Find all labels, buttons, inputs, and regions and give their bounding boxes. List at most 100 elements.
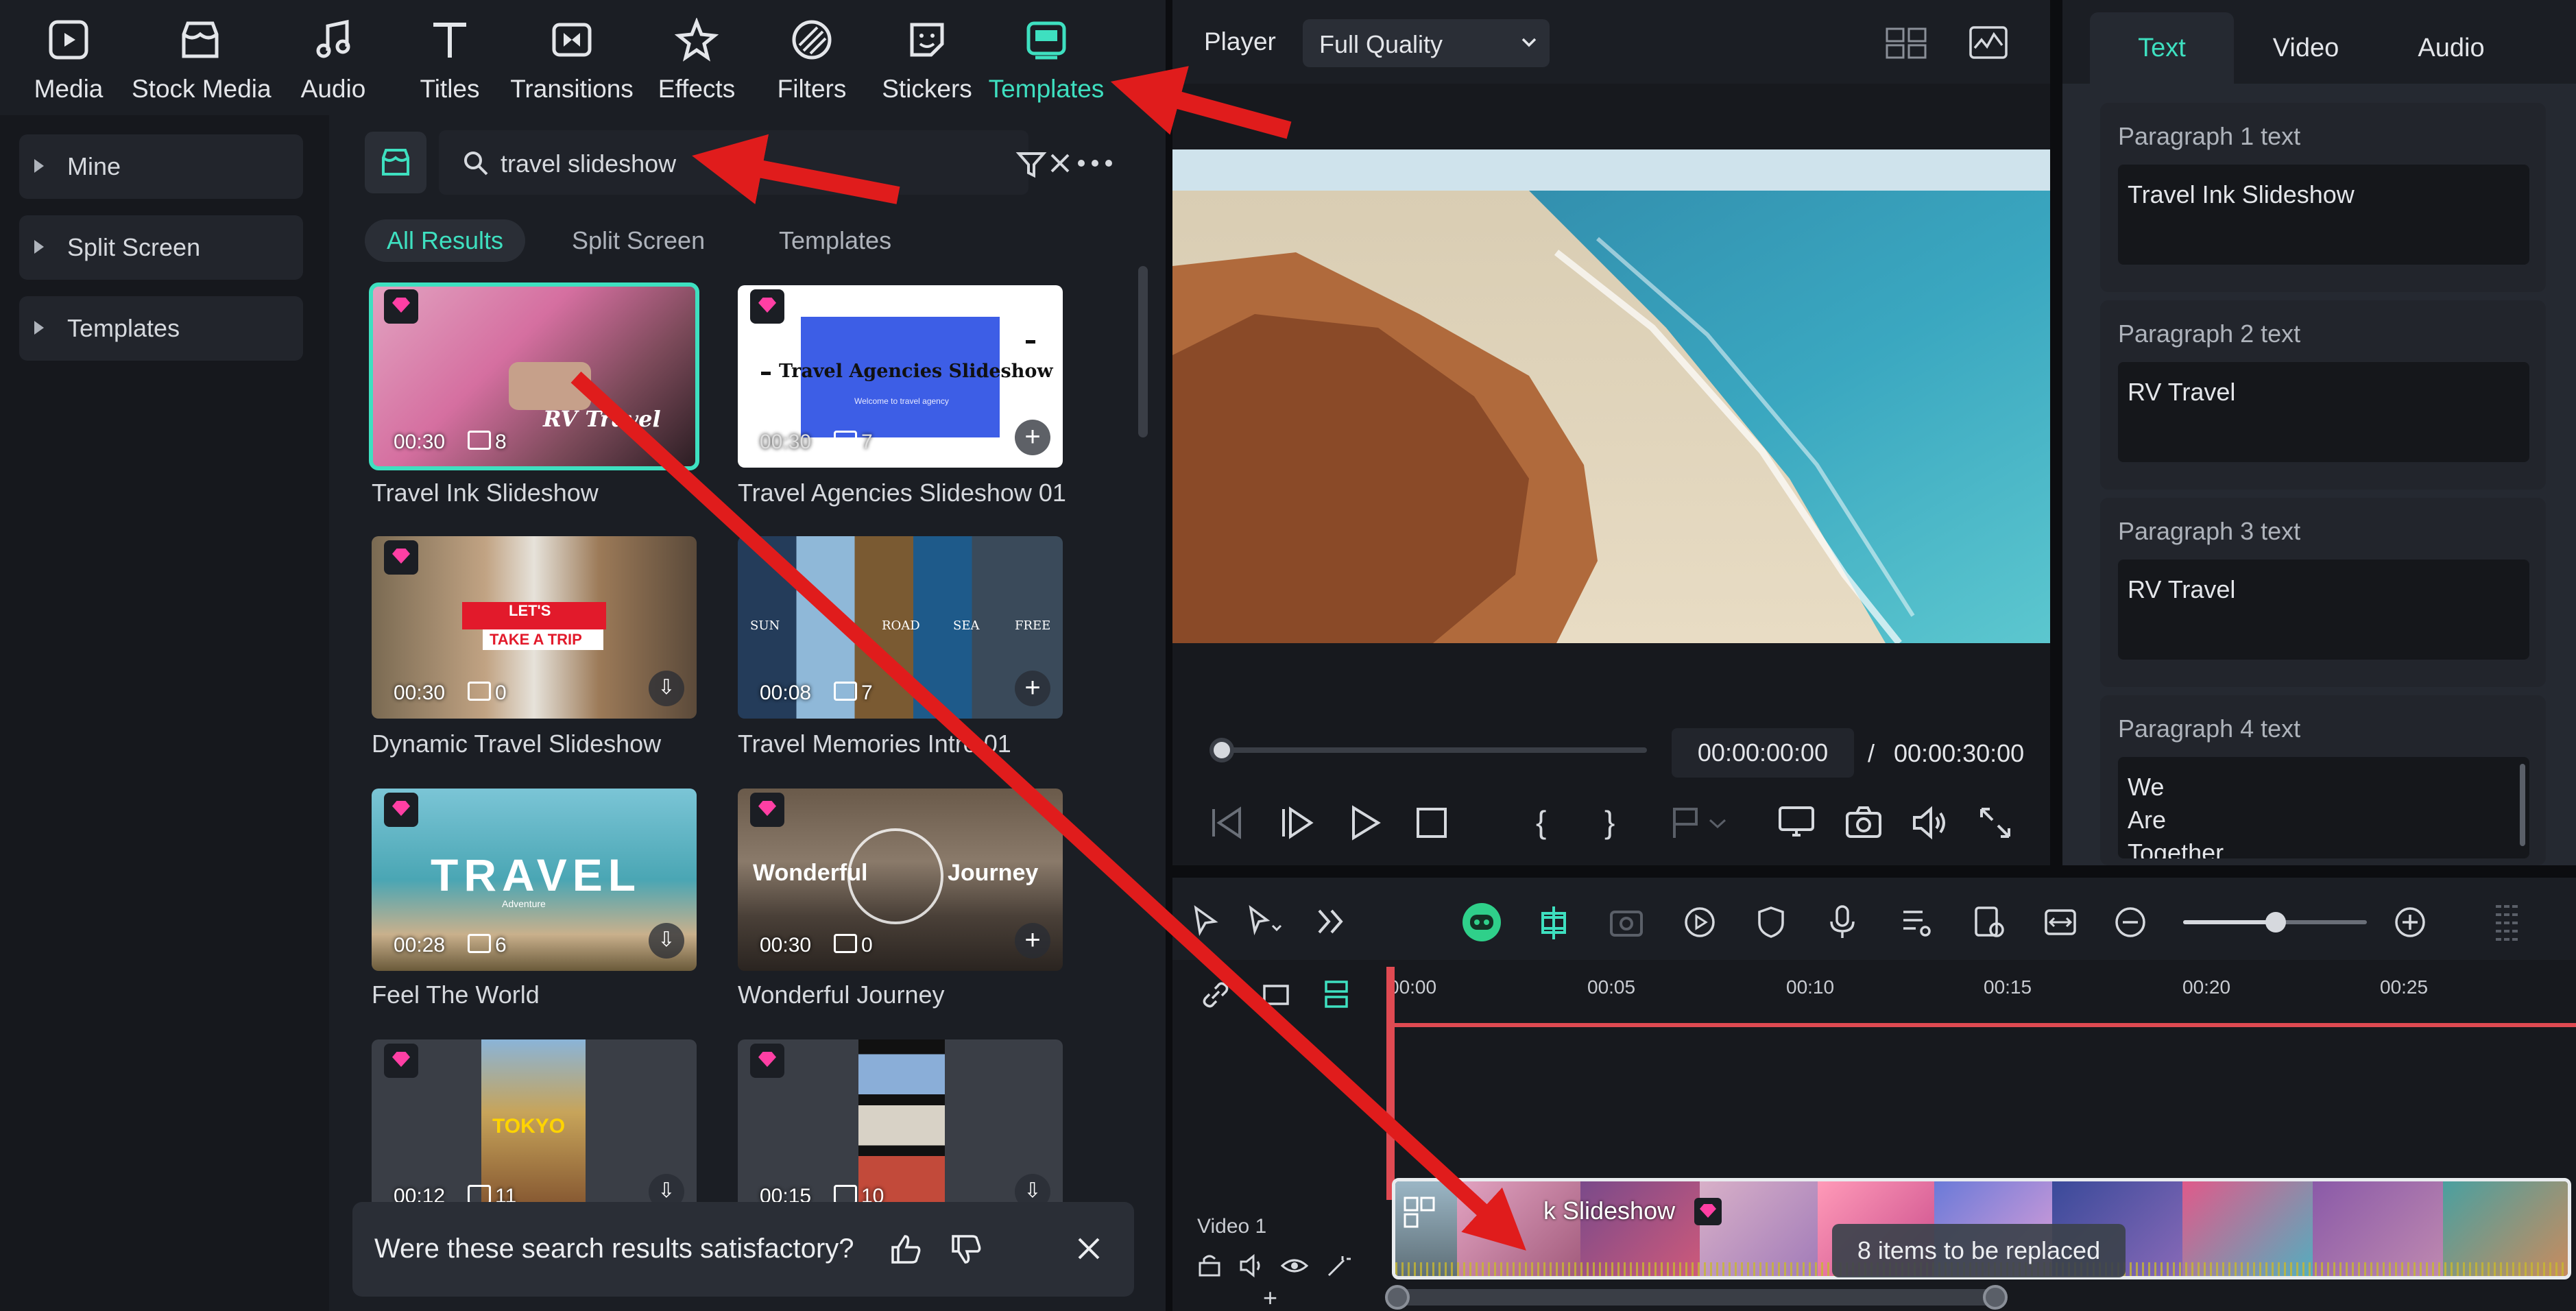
eye-visibility-icon[interactable] (1281, 1253, 1308, 1278)
preview-render-icon[interactable] (1972, 905, 2006, 939)
panel-divider[interactable] (1172, 865, 2576, 878)
more-options-icon[interactable] (1076, 155, 1114, 171)
link-icon[interactable] (1200, 979, 1231, 1011)
paragraph-4-input[interactable]: We Are Together (2118, 757, 2529, 858)
lock-track-icon[interactable] (1196, 1253, 1223, 1278)
timeline-ruler[interactable]: 00:00 00:05 00:10 00:15 00:20 00:25 (1388, 967, 2576, 1031)
current-timecode[interactable]: 00:00:00:00 (1672, 728, 1854, 778)
download-icon[interactable]: ⇩ (649, 923, 684, 959)
add-track-plus-icon[interactable]: + (1263, 1284, 1277, 1311)
sidebar-item-split-screen[interactable]: Split Screen (19, 215, 303, 280)
mark-out-icon[interactable]: } (1604, 804, 1615, 841)
filter-icon[interactable] (1015, 148, 1048, 181)
microphone-icon[interactable] (1827, 904, 1858, 941)
add-track-icon[interactable] (1260, 979, 1292, 1011)
toolbar-titles[interactable]: Titles (381, 12, 518, 108)
playback-progress-track[interactable] (1222, 747, 1647, 753)
waveform-monitor-icon[interactable] (1969, 26, 2008, 59)
add-icon[interactable]: + (1015, 923, 1050, 959)
tab-video[interactable]: Video (2234, 12, 2378, 84)
template-card-tokyo[interactable]: TOKYO 00:12 11 ⇩ (372, 1039, 697, 1222)
audio-mix-icon[interactable] (1899, 905, 1934, 939)
toolbar-media[interactable]: Media (0, 12, 137, 108)
marker-icon[interactable] (1666, 802, 1707, 843)
toolbar-stickers[interactable]: Stickers (858, 12, 996, 108)
track-audio-icon[interactable] (1238, 1253, 1266, 1278)
template-card-feel-the-world[interactable]: TRAVEL Adventure 00:28 6 ⇩ (372, 789, 697, 971)
toolbar-transitions[interactable]: Transitions (503, 12, 640, 108)
filter-tab-split-screen[interactable]: Split Screen (550, 219, 727, 262)
zoom-slider-handle[interactable] (2265, 912, 2286, 933)
in-out-range-bar (1388, 1023, 2576, 1027)
clear-search-icon[interactable] (1049, 152, 1071, 174)
playback-scrubber[interactable] (1209, 738, 1234, 762)
search-field[interactable]: travel slideshow (439, 130, 1070, 195)
tab-audio[interactable]: Audio (2379, 12, 2523, 84)
add-icon[interactable]: + (1015, 671, 1050, 706)
premium-gem-icon (750, 1044, 784, 1078)
card-media-count: 6 (468, 934, 507, 957)
timeline-scrollbar[interactable] (1392, 1289, 1995, 1306)
card-overlay-text: Travel Agencies Slideshow (779, 361, 1053, 382)
ai-replace-icon[interactable] (1609, 905, 1650, 939)
scrollbar-left-handle[interactable] (1385, 1285, 1410, 1310)
next-frame-icon[interactable] (1275, 802, 1316, 843)
close-icon[interactable] (1076, 1236, 1101, 1261)
template-card-japan-vlog[interactable]: 00:15 10 ⇩ (738, 1039, 1063, 1222)
media-icon (49, 20, 88, 60)
paragraph-3-input[interactable]: RV Travel (2118, 560, 2529, 660)
display-output-icon[interactable] (1776, 802, 1817, 843)
results-scrollbar[interactable] (1138, 266, 1148, 437)
paragraph-4-scrollbar[interactable] (2520, 764, 2525, 846)
select-tool-icon[interactable] (1190, 905, 1222, 937)
panel-divider[interactable] (2050, 0, 2062, 865)
paragraph-1-input[interactable]: Travel Ink Slideshow (2118, 165, 2529, 265)
fullscreen-icon[interactable] (1975, 802, 2016, 843)
layout-grid-icon[interactable] (1886, 27, 1928, 59)
zoom-in-icon[interactable] (2394, 906, 2426, 938)
expand-toolbar-icon[interactable] (1316, 908, 1347, 935)
template-card-wonderful-journey[interactable]: Wonderful Journey 00:30 0 + (738, 789, 1063, 971)
template-card-dynamic-travel[interactable]: LET'S TAKE A TRIP 00:30 0 ⇩ (372, 536, 697, 719)
play-icon[interactable] (1344, 802, 1385, 843)
fit-timeline-icon[interactable] (2043, 905, 2078, 939)
filter-tab-templates[interactable]: Templates (757, 219, 913, 262)
stop-icon[interactable] (1411, 802, 1452, 843)
template-card-travel-ink[interactable]: RV Travel 00:30 8 (369, 282, 699, 470)
volume-icon[interactable] (1909, 802, 1950, 843)
panel-divider[interactable] (1166, 0, 1172, 1311)
zoom-out-icon[interactable] (2115, 906, 2146, 938)
pointer-dropdown-icon[interactable] (1247, 905, 1284, 937)
tab-text[interactable]: Text (2090, 12, 2234, 84)
filter-tab-all-results[interactable]: All Results (365, 219, 526, 262)
scrollbar-right-handle[interactable] (1983, 1285, 2008, 1310)
search-input[interactable]: travel slideshow (501, 149, 676, 178)
sidebar-item-mine[interactable]: Mine (19, 134, 303, 199)
thumbs-down-icon[interactable] (949, 1232, 983, 1266)
track-manager-icon[interactable] (1319, 978, 1353, 1012)
magnetic-snap-icon[interactable] (1534, 904, 1573, 942)
download-icon[interactable]: ⇩ (649, 671, 684, 706)
panel-layout-icon[interactable] (2493, 902, 2523, 943)
add-icon[interactable]: + (1015, 420, 1050, 455)
toolbar-templates[interactable]: Templates (978, 12, 1115, 108)
template-card-travel-memories[interactable]: SUN ROAD SEA FREE 00:08 7 + (738, 536, 1063, 719)
paragraph-2-input[interactable]: RV Travel (2118, 362, 2529, 462)
mark-in-icon[interactable]: { (1536, 804, 1546, 841)
dash-right (1026, 340, 1035, 344)
sidebar-item-templates[interactable]: Templates (19, 296, 303, 361)
snapshot-camera-icon[interactable] (1843, 802, 1884, 843)
speed-ramp-icon[interactable] (1683, 905, 1717, 939)
toolbar-stock-media[interactable]: Stock Media (132, 12, 272, 108)
magic-wand-icon[interactable] (1325, 1253, 1352, 1278)
quality-dropdown[interactable]: Full Quality (1303, 19, 1550, 67)
previous-frame-icon[interactable] (1207, 802, 1248, 843)
playhead[interactable] (1386, 967, 1395, 1200)
shield-mask-icon[interactable] (1755, 905, 1787, 939)
template-card-travel-agencies[interactable]: Travel Agencies Slideshow Welcome to tra… (738, 285, 1063, 468)
thumbs-up-icon[interactable] (889, 1232, 923, 1266)
ai-copilot-icon[interactable] (1460, 901, 1503, 943)
store-button[interactable] (365, 132, 426, 193)
video-preview[interactable] (1172, 149, 2050, 643)
marker-dropdown-icon[interactable] (1707, 802, 1728, 843)
